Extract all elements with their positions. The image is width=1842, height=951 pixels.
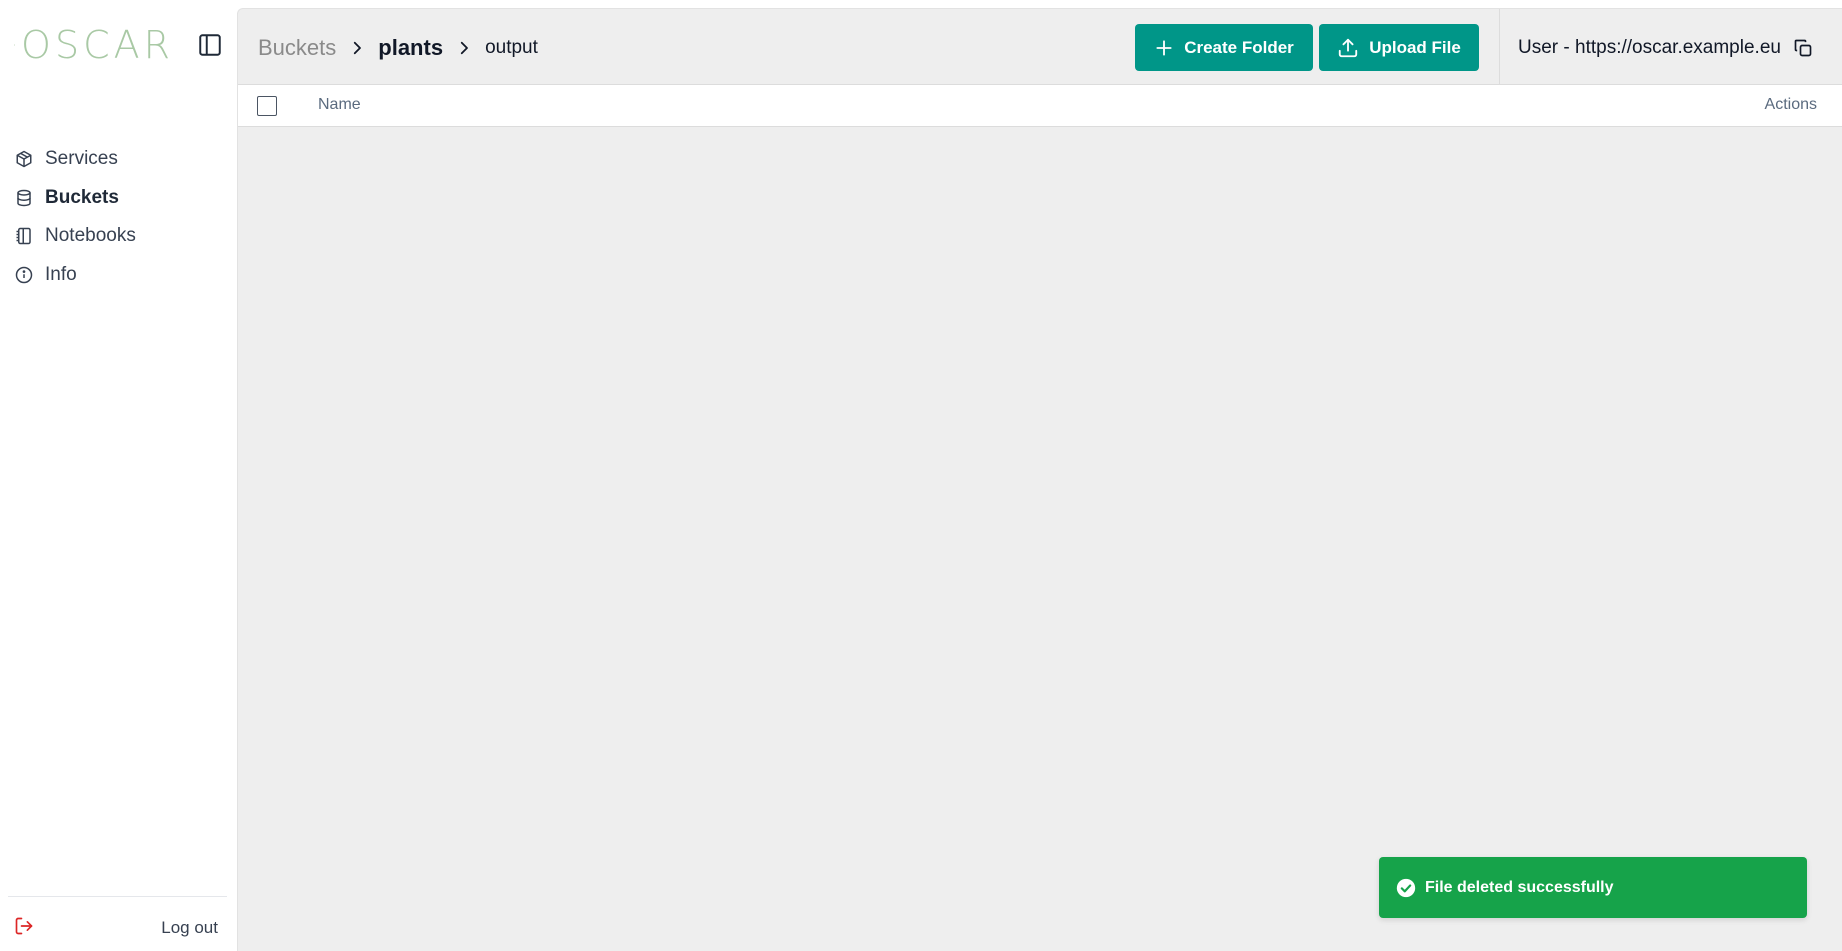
- breadcrumb-current-folder: output: [485, 37, 538, 58]
- upload-file-button[interactable]: Upload File: [1319, 24, 1479, 71]
- chevron-right-icon: [455, 39, 473, 57]
- file-table-header: Name Actions: [238, 85, 1842, 127]
- sidebar-divider: [8, 896, 227, 897]
- app-root: OSCAR Services Buckets Notebooks Info Lo…: [0, 0, 1842, 951]
- sidebar-item-info[interactable]: Info: [14, 256, 136, 295]
- column-header-actions: Actions: [1764, 96, 1817, 113]
- plus-icon: [1154, 38, 1174, 58]
- copy-icon: [1794, 39, 1812, 57]
- top-bar: Buckets plants output Create Folder Uplo…: [238, 9, 1842, 85]
- panel-left-icon: [199, 34, 221, 56]
- upload-file-label: Upload File: [1369, 37, 1461, 57]
- copy-button[interactable]: [1793, 38, 1813, 58]
- column-header-name[interactable]: Name: [318, 96, 361, 114]
- sidebar-item-label: Notebooks: [45, 225, 136, 247]
- database-icon: [14, 188, 34, 208]
- sidebar-item-label: Services: [45, 148, 118, 170]
- select-all-checkbox[interactable]: [257, 96, 277, 116]
- topbar-divider: [1499, 9, 1500, 85]
- package-icon: [14, 149, 34, 169]
- info-icon: [14, 265, 34, 285]
- create-folder-button[interactable]: Create Folder: [1135, 24, 1313, 71]
- sidebar-item-label: Info: [45, 263, 77, 285]
- logout-label: Log out: [161, 918, 218, 937]
- oscar-logo[interactable]: OSCAR: [14, 13, 174, 77]
- upload-icon: [1337, 37, 1359, 59]
- main-content: Buckets plants output Create Folder Uplo…: [237, 8, 1842, 951]
- breadcrumb-bucket-link[interactable]: plants: [378, 35, 443, 61]
- breadcrumb: Buckets plants output: [258, 33, 538, 63]
- sidebar-item-notebooks[interactable]: Notebooks: [14, 217, 136, 256]
- logo-text: OSCAR: [21, 23, 174, 67]
- oscar-logo-icon: [14, 44, 16, 46]
- sidebar: OSCAR Services Buckets Notebooks Info Lo…: [0, 0, 237, 951]
- sidebar-item-buckets[interactable]: Buckets: [14, 179, 136, 218]
- success-toast: File deleted successfully: [1379, 857, 1807, 918]
- chevron-right-icon: [348, 39, 366, 57]
- toast-message: File deleted successfully: [1425, 878, 1614, 896]
- sidebar-nav: Services Buckets Notebooks Info: [14, 140, 136, 294]
- sidebar-item-services[interactable]: Services: [14, 140, 136, 179]
- notebook-icon: [14, 226, 34, 246]
- breadcrumb-buckets-link[interactable]: Buckets: [258, 35, 336, 61]
- check-circle-icon: [1396, 878, 1416, 898]
- user-endpoint: User - https://oscar.example.eu: [1518, 35, 1813, 61]
- sidebar-toggle-button[interactable]: [196, 31, 224, 59]
- sidebar-item-label: Buckets: [45, 186, 119, 208]
- logout-icon: [14, 916, 34, 941]
- create-folder-label: Create Folder: [1184, 37, 1294, 57]
- logout-button[interactable]: Log out: [14, 913, 218, 943]
- user-endpoint-label: User - https://oscar.example.eu: [1518, 37, 1781, 58]
